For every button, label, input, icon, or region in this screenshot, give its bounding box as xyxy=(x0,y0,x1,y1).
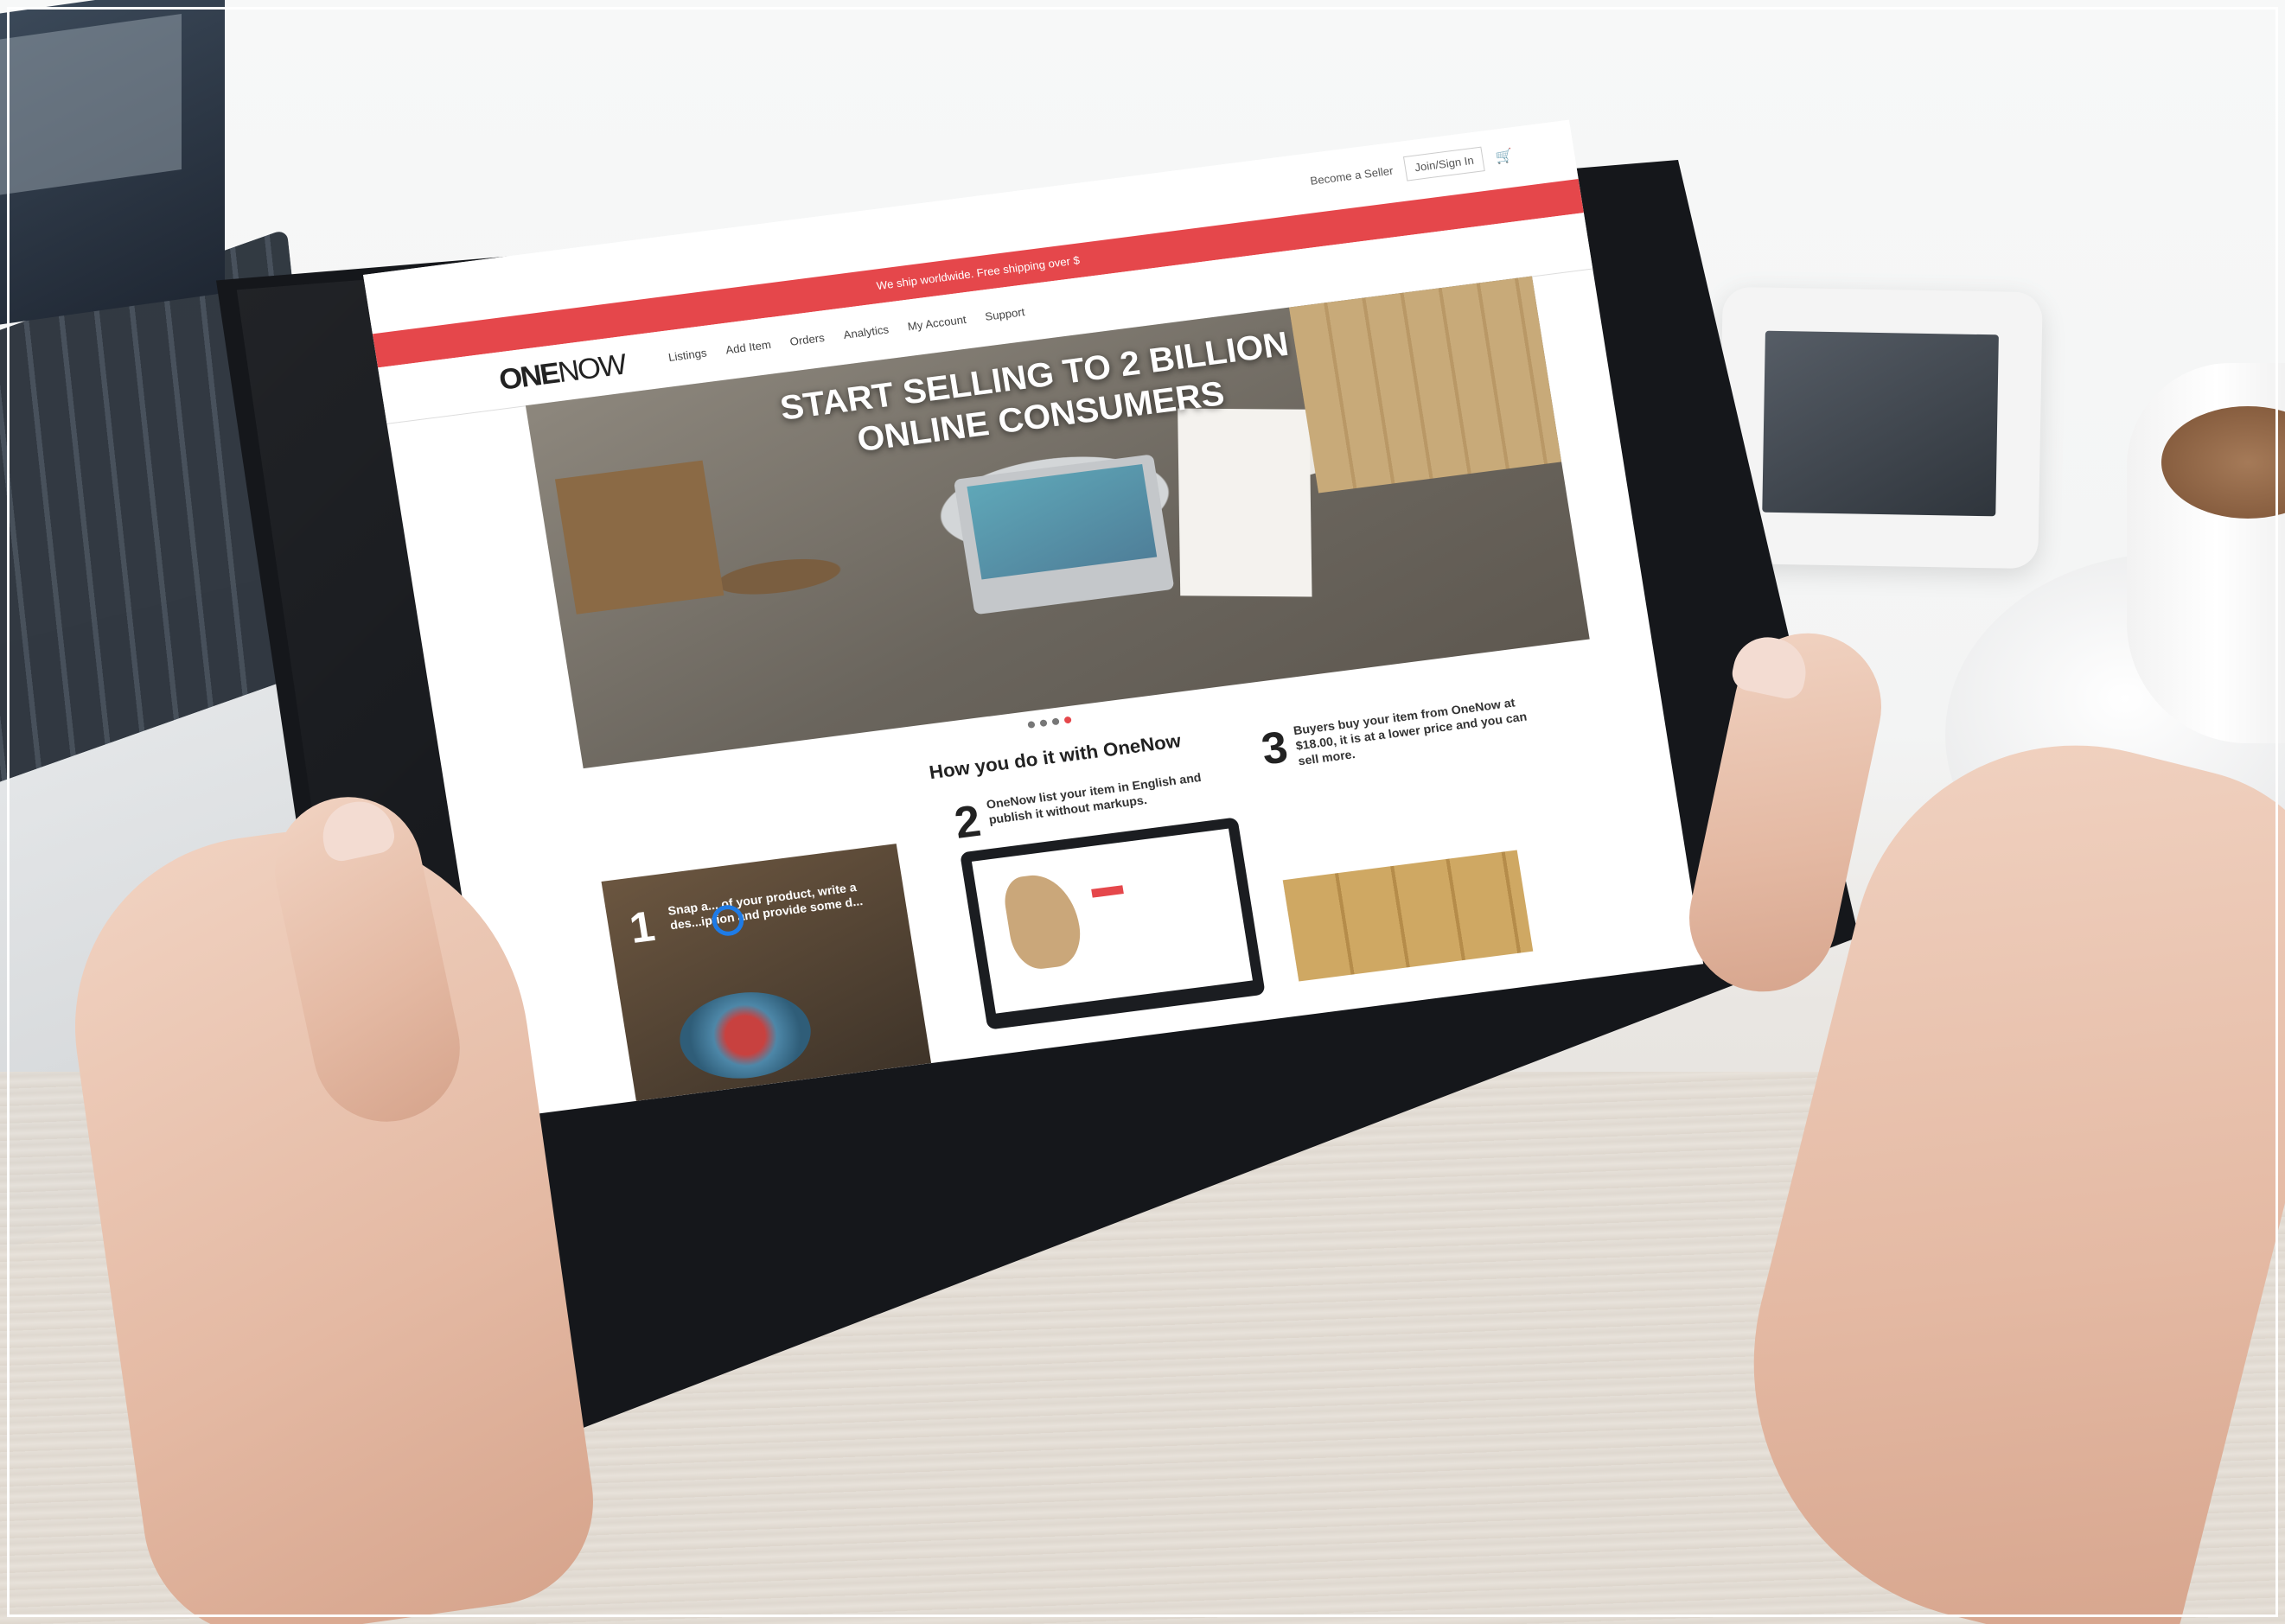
hero-clipboard xyxy=(1178,408,1312,597)
carousel-dot-active[interactable] xyxy=(1063,716,1072,724)
product-page-preview xyxy=(971,828,1253,1014)
fruit-bowl xyxy=(673,984,818,1086)
buy-button xyxy=(1091,885,1124,898)
hero-laptop xyxy=(953,454,1175,615)
nav-listings[interactable]: Listings xyxy=(667,347,708,364)
step-1-number: 1 xyxy=(626,901,659,952)
nav-support[interactable]: Support xyxy=(984,305,1025,323)
carousel-dot[interactable] xyxy=(1039,719,1048,728)
shipping-boxes xyxy=(1282,850,1534,982)
logo-one: ONE xyxy=(496,356,561,397)
smartphone-screen xyxy=(1762,330,1999,517)
step-3-number: 3 xyxy=(1258,722,1292,775)
nav-analytics[interactable]: Analytics xyxy=(843,323,890,341)
carousel-dot[interactable] xyxy=(1051,717,1060,726)
step-1-card: 1 Snap a... of your product, write a des… xyxy=(601,844,932,1101)
step-1-text: Snap a... of your product, write a des..… xyxy=(667,880,864,933)
step-2-text: OneNow list your item in English and pub… xyxy=(985,770,1203,827)
sign-in-link[interactable]: Join/Sign In xyxy=(1403,146,1485,182)
step-2-number: 2 xyxy=(951,796,985,849)
tablet-screen-website: Become a Seller Join/Sign In 🛒 We ship w… xyxy=(363,119,1704,1119)
become-seller-link[interactable]: Become a Seller xyxy=(1309,164,1394,188)
nav-my-account[interactable]: My Account xyxy=(907,313,967,333)
carousel-dot[interactable] xyxy=(1027,721,1036,729)
photo-scene: Become a Seller Join/Sign In 🛒 We ship w… xyxy=(0,0,2285,1624)
cart-icon[interactable]: 🛒 xyxy=(1494,147,1514,166)
logo-now: NOW xyxy=(555,347,628,390)
step-2-screenshot xyxy=(960,817,1266,1030)
account-links: Become a Seller Join/Sign In 🛒 xyxy=(1308,143,1515,193)
onenow-logo[interactable]: ONENOW xyxy=(497,348,628,398)
product-image xyxy=(1000,870,1086,972)
nav-add-item[interactable]: Add Item xyxy=(724,338,772,356)
smartphone xyxy=(1718,286,2043,570)
nav-orders[interactable]: Orders xyxy=(789,331,826,348)
laptop-screen xyxy=(0,0,225,330)
